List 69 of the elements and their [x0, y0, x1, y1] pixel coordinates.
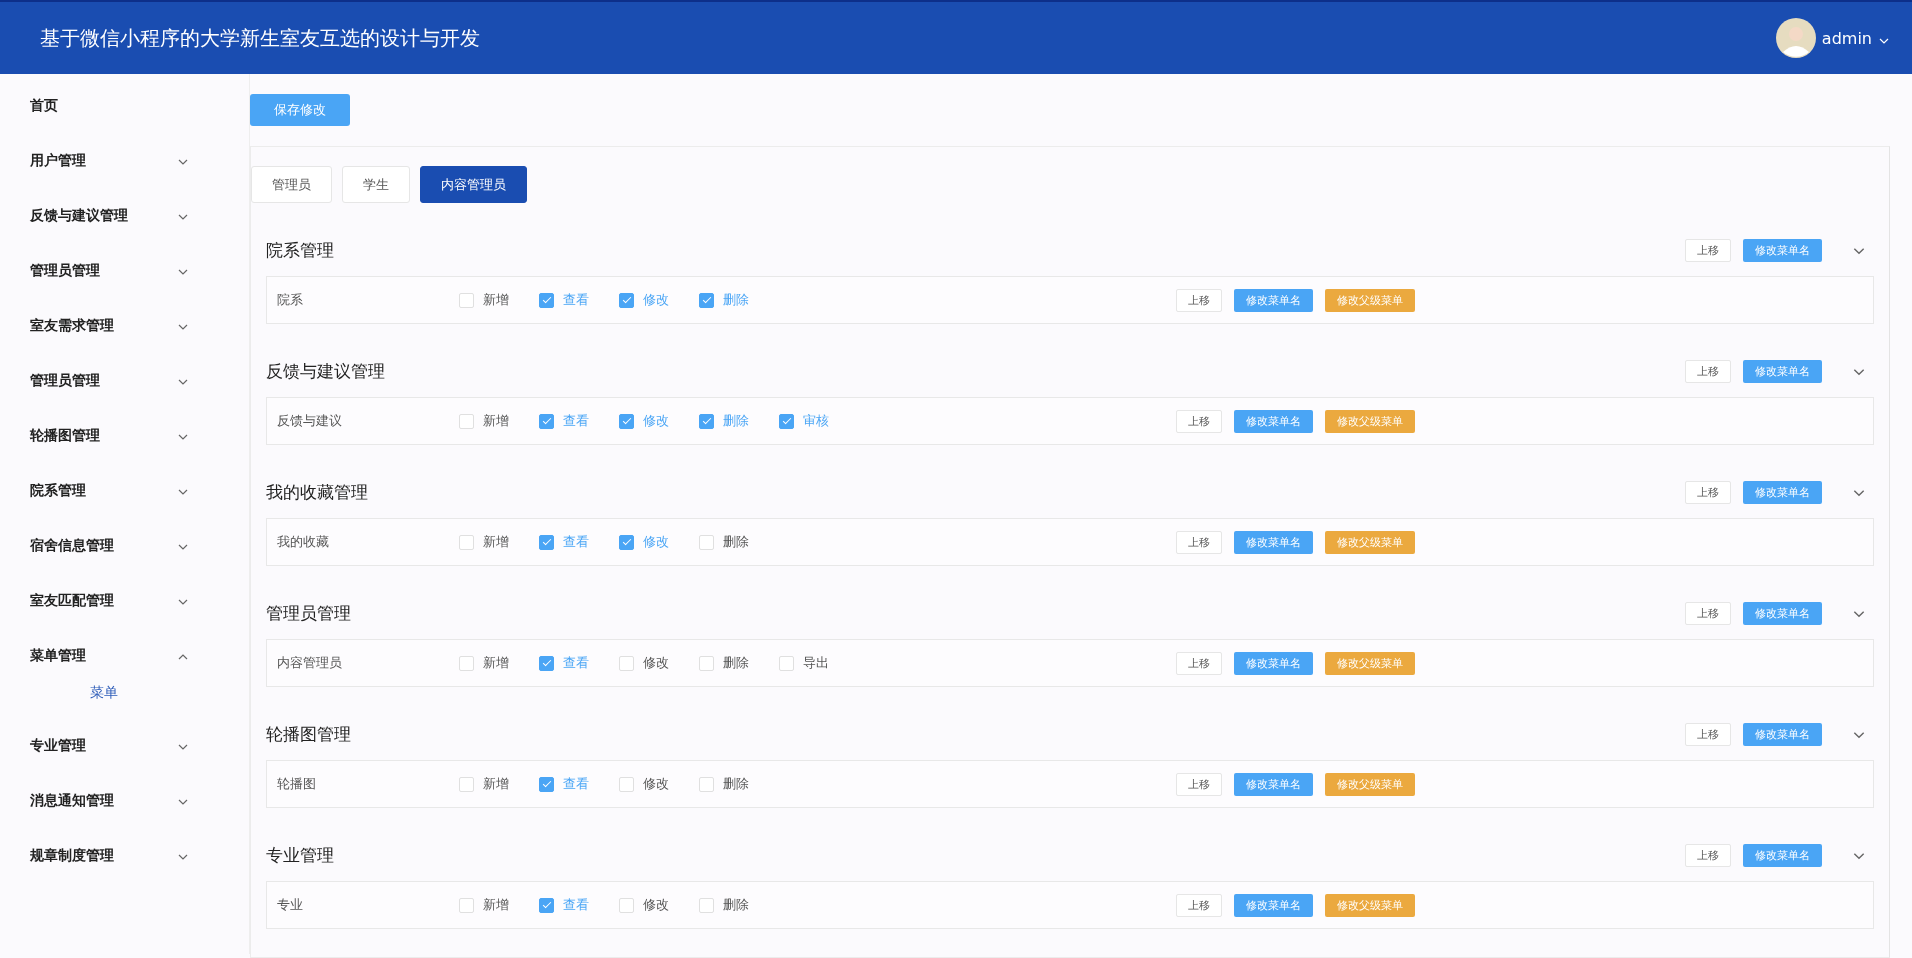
section-title: 管理员管理 [266, 601, 352, 625]
checkbox-label[interactable]: 新增 [483, 291, 509, 309]
checkbox-label[interactable]: 新增 [483, 412, 509, 430]
checkbox-label[interactable]: 新增 [483, 533, 509, 551]
menu-name: 专业 [276, 896, 304, 914]
checkbox[interactable] [619, 413, 634, 429]
checkbox-label[interactable]: 删除 [723, 533, 749, 551]
user-name[interactable]: admin [1821, 28, 1872, 48]
move-up-button[interactable]: 上移 [1176, 651, 1222, 675]
move-up-button[interactable]: 上移 [1685, 843, 1731, 867]
move-up-button[interactable]: 上移 [1685, 238, 1731, 262]
role-tab[interactable]: 学生 [342, 166, 410, 203]
app-title: 基于微信小程序的大学新生室友互选的设计与开发 [40, 24, 480, 52]
checkbox[interactable] [539, 534, 554, 550]
checkbox-label[interactable]: 新增 [483, 896, 509, 914]
menu-name: 内容管理员 [276, 654, 343, 672]
move-up-button[interactable]: 上移 [1176, 409, 1222, 433]
checkbox[interactable] [539, 897, 554, 913]
move-up-button[interactable]: 上移 [1685, 359, 1731, 383]
sidebar-item[interactable]: 反馈与建议管理 [0, 188, 249, 243]
checkbox[interactable] [619, 292, 634, 308]
section-title: 院系管理 [266, 238, 335, 262]
role-tab[interactable]: 内容管理员 [420, 166, 527, 203]
menu-name: 我的收藏 [276, 533, 330, 551]
checkbox[interactable] [699, 292, 714, 308]
section-title: 反馈与建议管理 [266, 359, 386, 383]
section-title: 专业管理 [266, 843, 335, 867]
checkbox-label[interactable]: 导出 [803, 654, 829, 672]
move-up-button[interactable]: 上移 [1176, 288, 1222, 312]
checkbox-label[interactable]: 新增 [483, 775, 509, 793]
checkbox-label[interactable]: 修改 [643, 775, 669, 793]
move-up-button[interactable]: 上移 [1176, 893, 1222, 917]
section-title: 轮播图管理 [266, 722, 352, 746]
checkbox[interactable] [699, 413, 714, 429]
sidebar-item[interactable]: 室友匹配管理 [0, 573, 249, 628]
sidebar-item[interactable]: 宿舍信息管理 [0, 518, 249, 573]
sidebar-item[interactable]: 用户管理 [0, 133, 249, 188]
menu-name: 院系 [276, 291, 304, 309]
checkbox[interactable] [539, 776, 554, 792]
checkbox-label[interactable]: 删除 [723, 775, 749, 793]
sidebar-item[interactable]: 室友需求管理 [0, 298, 249, 353]
avatar-icon[interactable] [1775, 18, 1816, 58]
menu-name: 轮播图 [276, 775, 317, 793]
sidebar-item[interactable]: 消息通知管理 [0, 773, 249, 828]
checkbox[interactable] [779, 413, 794, 429]
checkbox-label[interactable]: 删除 [723, 654, 749, 672]
sidebar-item[interactable]: 管理员管理 [0, 243, 249, 298]
checkbox-label[interactable]: 新增 [483, 654, 509, 672]
section-title: 我的收藏管理 [266, 480, 369, 504]
move-up-button[interactable]: 上移 [1176, 530, 1222, 554]
move-up-button[interactable]: 上移 [1685, 722, 1731, 746]
checkbox[interactable] [539, 655, 554, 671]
checkbox[interactable] [539, 292, 554, 308]
checkbox-label[interactable]: 修改 [643, 654, 669, 672]
sidebar-item[interactable]: 专业管理 [0, 718, 249, 773]
checkbox-label[interactable]: 修改 [643, 896, 669, 914]
checkbox[interactable] [539, 413, 554, 429]
move-up-button[interactable]: 上移 [1176, 772, 1222, 796]
sidebar-item[interactable]: 轮播图管理 [0, 408, 249, 463]
sidebar-item[interactable]: 院系管理 [0, 463, 249, 518]
menu-name: 反馈与建议 [276, 412, 343, 430]
role-tab[interactable]: 管理员 [251, 166, 332, 203]
checkbox-label[interactable]: 删除 [723, 896, 749, 914]
move-up-button[interactable]: 上移 [1685, 480, 1731, 504]
sidebar-item[interactable]: 首页 [0, 78, 249, 133]
checkbox[interactable] [619, 534, 634, 550]
sidebar-item[interactable]: 规章制度管理 [0, 828, 249, 883]
sidebar-item[interactable]: 管理员管理 [0, 353, 249, 408]
move-up-button[interactable]: 上移 [1685, 601, 1731, 625]
